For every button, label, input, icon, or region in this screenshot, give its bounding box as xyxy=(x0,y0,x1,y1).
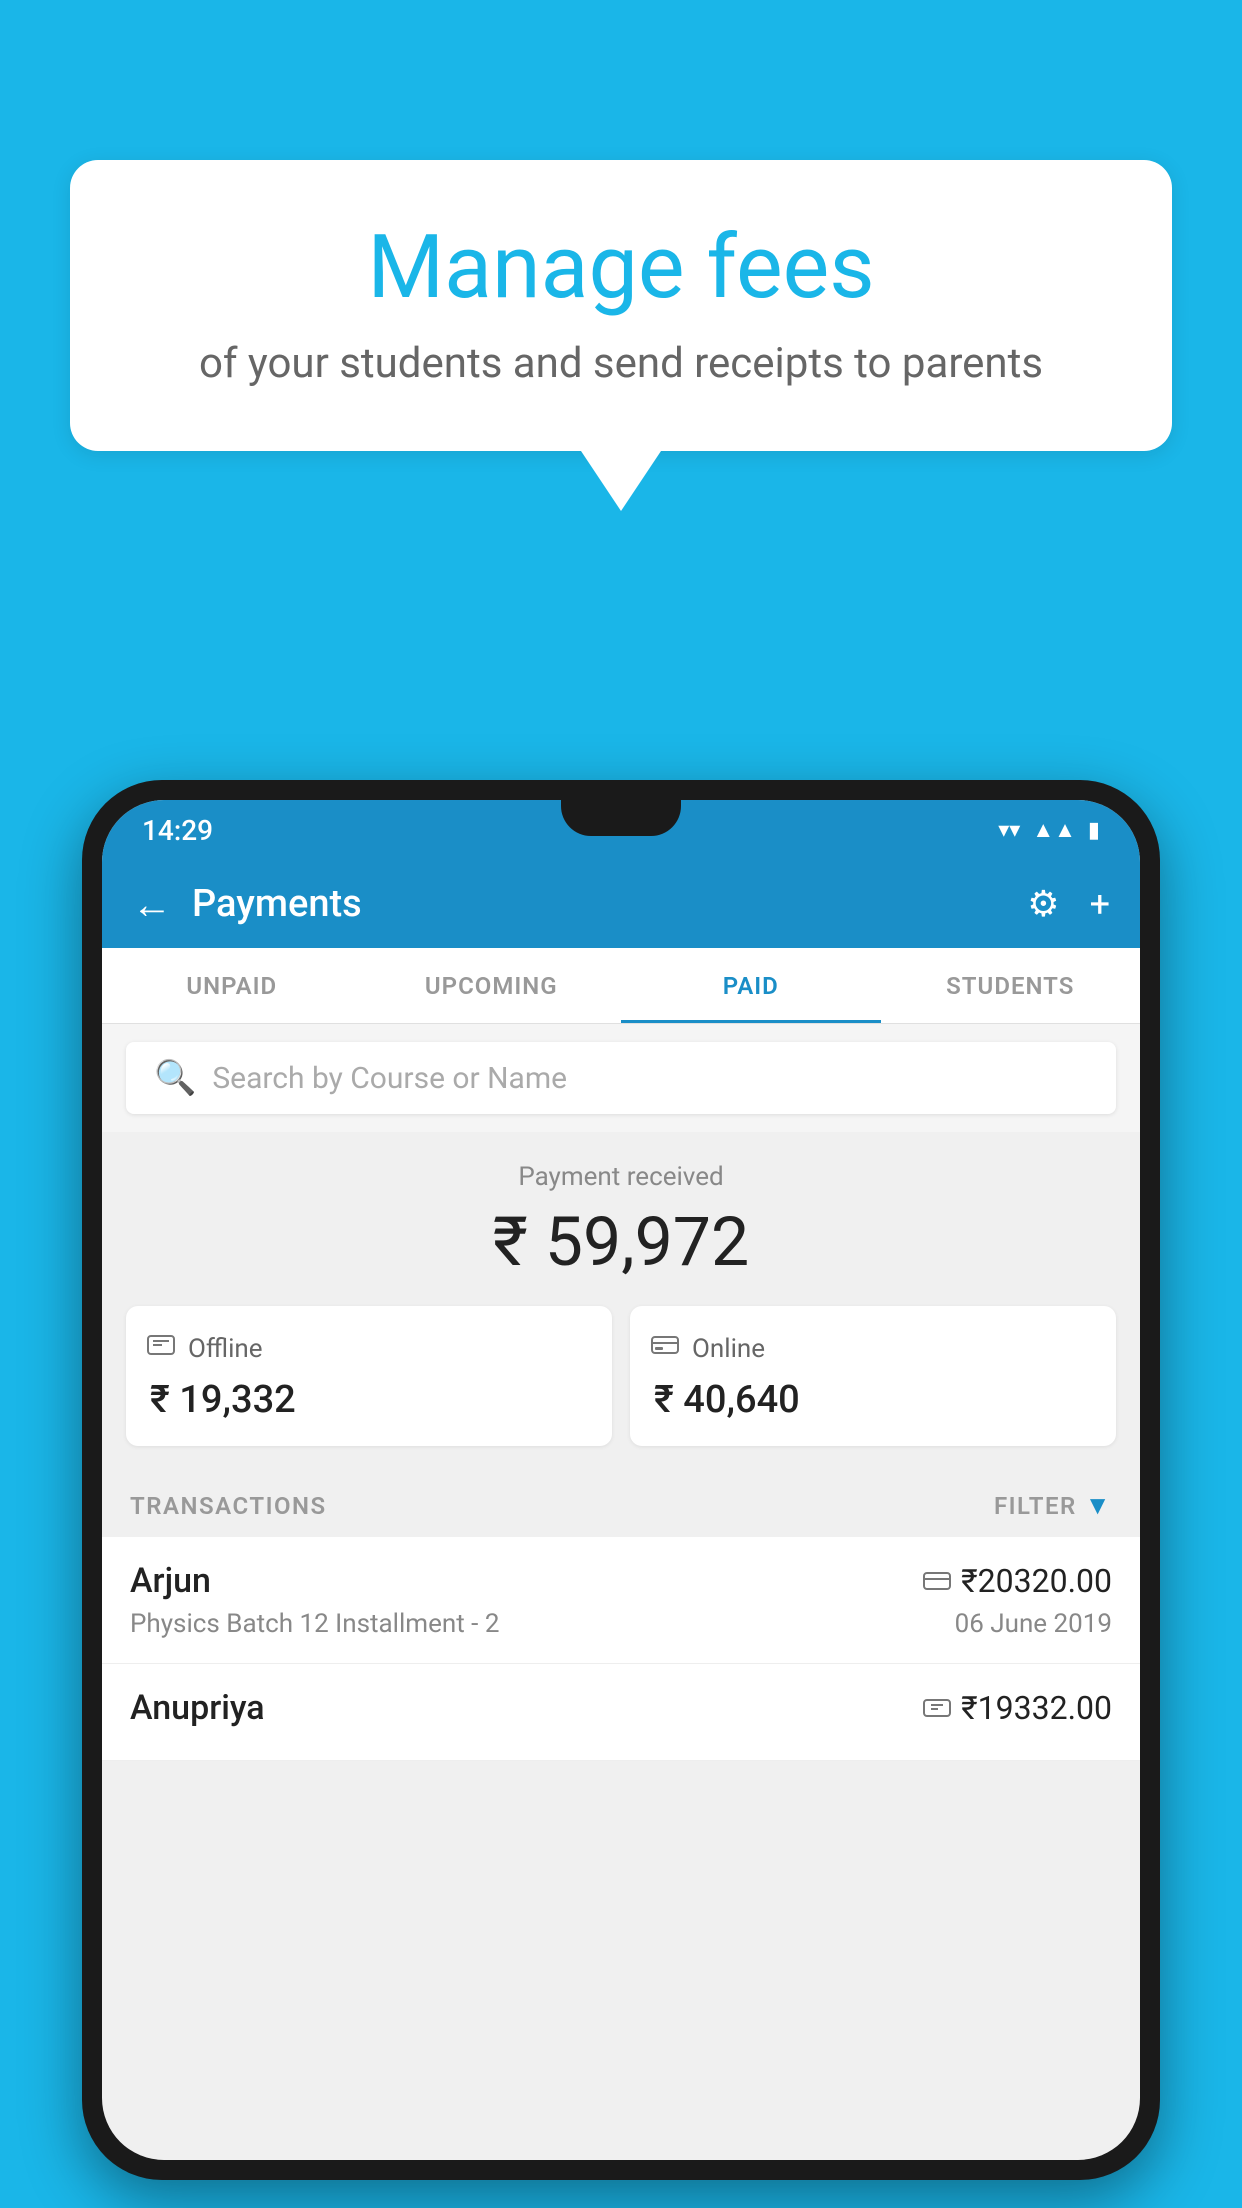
phone-frame: 14:29 ▾▾ ▲▲ ▮ ← Payments ⚙ + UNPAID UPCO… xyxy=(82,780,1160,2180)
speech-bubble-container: Manage fees of your students and send re… xyxy=(70,160,1172,511)
speech-bubble-tail xyxy=(581,451,661,511)
tabs-bar: UNPAID UPCOMING PAID STUDENTS xyxy=(102,948,1140,1024)
payment-amount: ₹ 59,972 xyxy=(126,1202,1116,1282)
status-icons: ▾▾ ▲▲ ▮ xyxy=(998,817,1100,843)
phone-notch xyxy=(561,800,681,836)
manage-fees-subtitle: of your students and send receipts to pa… xyxy=(150,337,1092,392)
search-input[interactable]: Search by Course or Name xyxy=(212,1061,567,1096)
back-button[interactable]: ← xyxy=(132,881,172,928)
search-icon: 🔍 xyxy=(154,1058,196,1098)
filter-icon: ▼ xyxy=(1085,1490,1112,1521)
payment-cards: Offline ₹ 19,332 Online xyxy=(126,1306,1116,1446)
online-card: Online ₹ 40,640 xyxy=(630,1306,1116,1446)
payment-received-label: Payment received xyxy=(126,1162,1116,1192)
transaction-amount: ₹19332.00 xyxy=(961,1689,1112,1727)
wifi-icon: ▾▾ xyxy=(998,818,1020,843)
filter-button[interactable]: FILTER ▼ xyxy=(994,1490,1112,1521)
tab-students[interactable]: STUDENTS xyxy=(881,948,1141,1023)
transaction-amount: ₹20320.00 xyxy=(961,1562,1112,1600)
transaction-date: 06 June 2019 xyxy=(955,1609,1112,1639)
offline-payment-icon xyxy=(923,1692,951,1725)
transaction-amount-wrap: ₹19332.00 xyxy=(923,1689,1112,1727)
manage-fees-title: Manage fees xyxy=(150,220,1092,317)
app-bar-title: Payments xyxy=(192,882,1007,926)
tab-unpaid[interactable]: UNPAID xyxy=(102,948,362,1023)
transaction-list: Arjun ₹20320.00 Physics Batch 12 Install… xyxy=(102,1537,1140,1761)
online-label: Online xyxy=(692,1334,765,1364)
online-payment-icon xyxy=(923,1565,951,1598)
offline-label: Offline xyxy=(188,1334,263,1364)
settings-button[interactable]: ⚙ xyxy=(1027,883,1059,925)
add-button[interactable]: + xyxy=(1090,883,1110,925)
transaction-name: Arjun xyxy=(130,1561,211,1601)
transaction-row-bottom: Physics Batch 12 Installment - 2 06 June… xyxy=(130,1609,1112,1639)
table-row[interactable]: Arjun ₹20320.00 Physics Batch 12 Install… xyxy=(102,1537,1140,1664)
tab-upcoming[interactable]: UPCOMING xyxy=(362,948,622,1023)
payment-summary: Payment received ₹ 59,972 Offline xyxy=(102,1132,1140,1470)
transaction-name: Anupriya xyxy=(130,1688,265,1728)
transaction-row-top: Anupriya ₹19332.00 xyxy=(130,1688,1112,1728)
tab-paid[interactable]: PAID xyxy=(621,948,881,1023)
transaction-row-top: Arjun ₹20320.00 xyxy=(130,1561,1112,1601)
battery-icon: ▮ xyxy=(1088,818,1100,843)
offline-icon xyxy=(146,1330,176,1368)
transactions-header: TRANSACTIONS FILTER ▼ xyxy=(102,1470,1140,1537)
transaction-amount-wrap: ₹20320.00 xyxy=(923,1562,1112,1600)
app-bar-actions: ⚙ + xyxy=(1027,883,1110,925)
table-row[interactable]: Anupriya ₹19332.00 xyxy=(102,1664,1140,1761)
signal-icon: ▲▲ xyxy=(1032,817,1076,843)
online-amount: ₹ 40,640 xyxy=(650,1378,800,1422)
online-icon xyxy=(650,1330,680,1368)
online-card-header: Online xyxy=(650,1330,765,1368)
status-time: 14:29 xyxy=(142,814,213,847)
transaction-detail: Physics Batch 12 Installment - 2 xyxy=(130,1609,499,1639)
transactions-label: TRANSACTIONS xyxy=(130,1492,327,1520)
app-bar: ← Payments ⚙ + xyxy=(102,860,1140,948)
offline-card-header: Offline xyxy=(146,1330,263,1368)
phone-screen: 14:29 ▾▾ ▲▲ ▮ ← Payments ⚙ + UNPAID UPCO… xyxy=(102,800,1140,2160)
speech-bubble: Manage fees of your students and send re… xyxy=(70,160,1172,451)
offline-amount: ₹ 19,332 xyxy=(146,1378,296,1422)
offline-card: Offline ₹ 19,332 xyxy=(126,1306,612,1446)
search-container: 🔍 Search by Course or Name xyxy=(102,1024,1140,1132)
search-box[interactable]: 🔍 Search by Course or Name xyxy=(126,1042,1116,1114)
